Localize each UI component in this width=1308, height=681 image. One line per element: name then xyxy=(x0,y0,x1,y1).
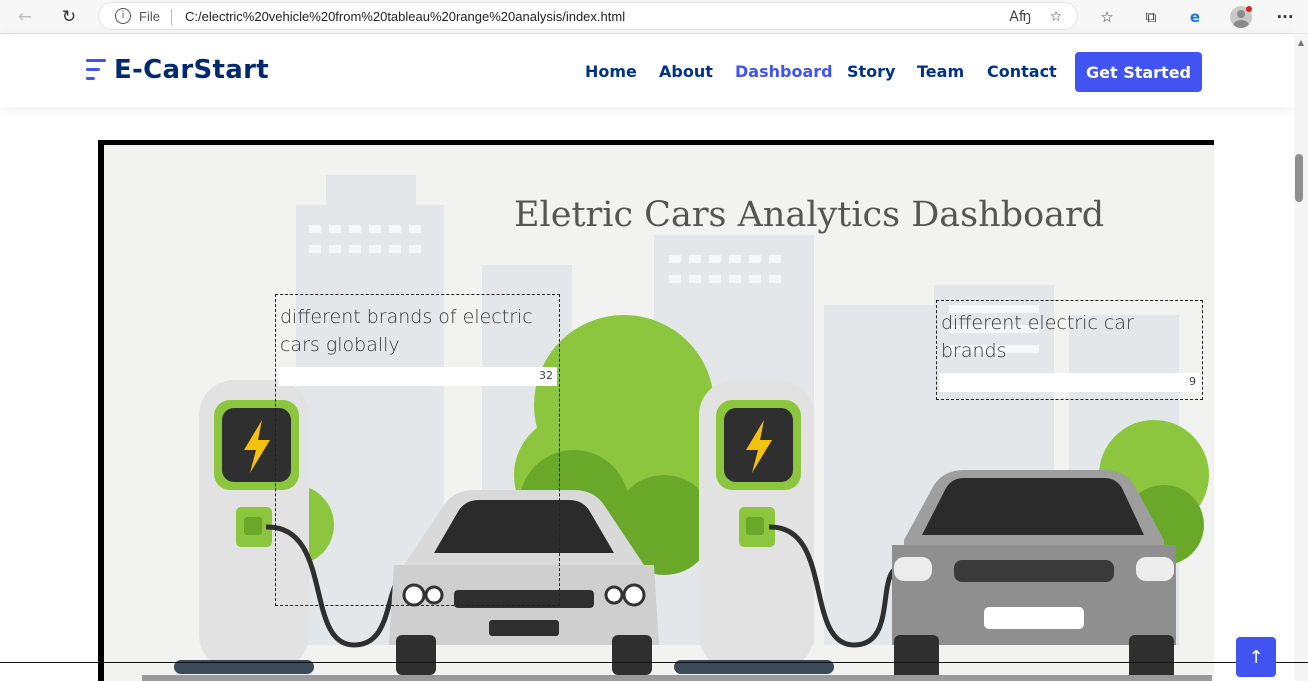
logo[interactable]: E-CarStart xyxy=(86,55,269,85)
logo-bars-icon xyxy=(86,57,108,83)
kpi-car-brands[interactable]: different electric car brands 9 xyxy=(936,300,1203,400)
kpi-global-brands-bar: 32 xyxy=(278,367,557,386)
logo-text: E-CarStart xyxy=(114,55,269,85)
nav-contact[interactable]: Contact xyxy=(987,62,1057,81)
add-favorite-icon[interactable]: ☆ xyxy=(1045,6,1067,28)
nav-story[interactable]: Story xyxy=(847,62,895,81)
scrollbar-thumb[interactable] xyxy=(1295,154,1303,202)
kpi-car-brands-bar: 9 xyxy=(939,373,1200,392)
nav-team[interactable]: Team xyxy=(917,62,964,81)
collections-icon[interactable]: ⧉ xyxy=(1138,4,1164,30)
dashboard-title: Eletric Cars Analytics Dashboard xyxy=(514,195,1105,235)
tableau-dashboard[interactable]: Eletric Cars Analytics Dashboard differe… xyxy=(98,140,1214,681)
nav-home[interactable]: Home xyxy=(585,62,637,81)
get-started-button[interactable]: Get Started xyxy=(1075,52,1202,92)
browser-toolbar: ← ↻ i File C:/electric%20vehicle%20from%… xyxy=(0,0,1308,34)
scrollbar[interactable] xyxy=(1294,35,1308,681)
kpi-car-brands-label: different electric car brands xyxy=(941,312,1134,362)
kpi-global-brands-label: different brands of electric cars global… xyxy=(280,306,533,356)
back-icon[interactable]: ← xyxy=(12,4,38,30)
nav-dashboard[interactable]: Dashboard xyxy=(735,62,833,81)
url-text[interactable]: C:/electric%20vehicle%20from%20tableau%2… xyxy=(185,9,625,24)
kpi-global-brands-value: 32 xyxy=(539,369,553,382)
profile-avatar[interactable] xyxy=(1228,4,1254,30)
address-divider xyxy=(171,9,172,25)
more-options-icon[interactable]: ··· xyxy=(1272,4,1298,30)
site-header: E-CarStart Home About Dashboard Story Te… xyxy=(0,35,1294,107)
notification-dot xyxy=(1246,6,1252,12)
page-divider xyxy=(0,662,1308,663)
kpi-global-brands[interactable]: different brands of electric cars global… xyxy=(275,294,560,606)
info-icon[interactable]: i xyxy=(115,8,131,24)
edge-icon[interactable]: e xyxy=(1182,4,1208,30)
address-bar[interactable]: i File C:/electric%20vehicle%20from%20ta… xyxy=(98,2,1078,30)
favorites-icon[interactable]: ☆ xyxy=(1094,4,1120,30)
reload-icon[interactable]: ↻ xyxy=(56,4,82,30)
back-to-top-button[interactable]: ↑ xyxy=(1236,637,1276,677)
scroll-up-icon[interactable]: ▲ xyxy=(1296,38,1306,48)
nav-about[interactable]: About xyxy=(659,62,713,81)
read-aloud-icon[interactable]: Aʩ xyxy=(1009,6,1031,28)
kpi-car-brands-value: 9 xyxy=(1189,375,1196,388)
file-label: File xyxy=(139,9,160,24)
